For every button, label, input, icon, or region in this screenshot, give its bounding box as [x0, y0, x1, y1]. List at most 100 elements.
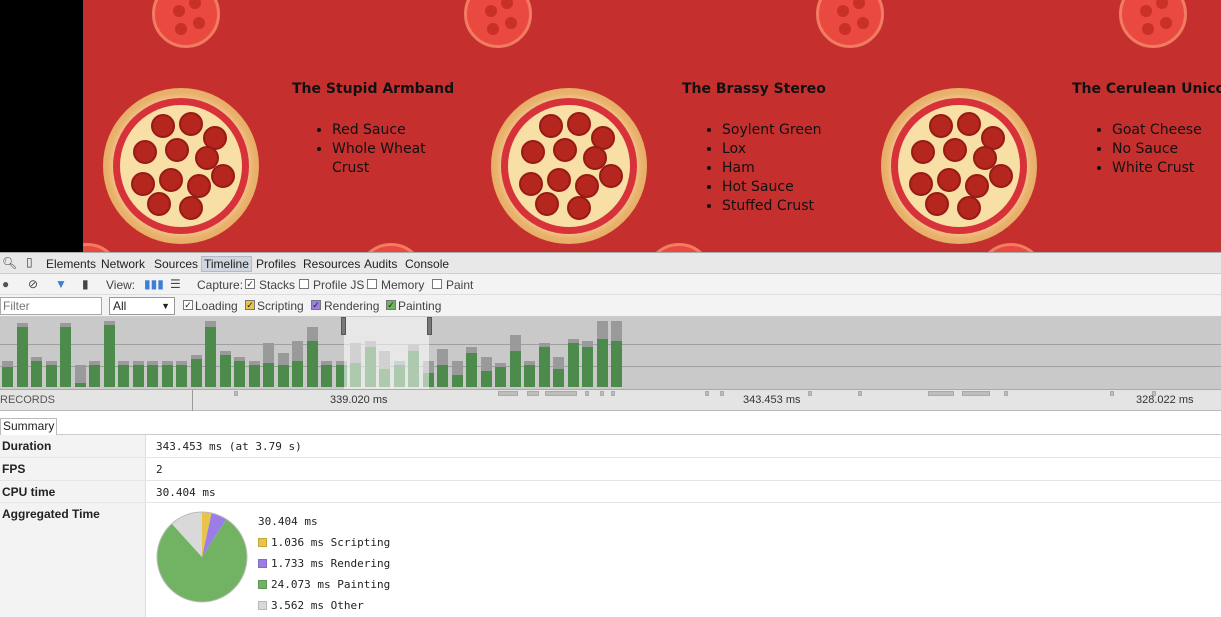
- filter-input[interactable]: [0, 297, 102, 315]
- scripting-checkbox[interactable]: ✓: [245, 300, 255, 310]
- frame-bar[interactable]: [509, 335, 521, 387]
- selection-window[interactable]: [344, 317, 429, 389]
- frame-bar-painting: [582, 347, 593, 387]
- tab-sources[interactable]: Sources: [152, 256, 200, 272]
- flame-chart-icon[interactable]: ☰: [170, 277, 181, 291]
- frame-bar[interactable]: [118, 361, 129, 387]
- painting-checkbox[interactable]: ✓: [386, 300, 396, 310]
- frame-bar[interactable]: [2, 361, 13, 387]
- frame-bar-painting: [60, 327, 71, 387]
- frame-bar[interactable]: [60, 323, 71, 387]
- frame-bar-painting: [451, 375, 463, 387]
- tab-audits[interactable]: Audits: [362, 256, 399, 272]
- rendering-label: Rendering: [324, 299, 380, 313]
- frame-bar[interactable]: [596, 321, 608, 387]
- frame-bar[interactable]: [321, 361, 332, 387]
- legend-item: 24.073 ms Painting: [258, 577, 390, 598]
- frame-bar[interactable]: [205, 321, 216, 387]
- tab-console[interactable]: Console: [403, 256, 451, 272]
- clear-icon[interactable]: ⊘: [28, 277, 38, 291]
- tab-elements[interactable]: Elements: [44, 256, 98, 272]
- records-divider[interactable]: [192, 390, 193, 411]
- frame-bar[interactable]: [292, 341, 303, 387]
- tab-timeline[interactable]: Timeline: [201, 256, 252, 272]
- legend-label: 1.733 ms Rendering: [271, 557, 391, 570]
- frames-overview[interactable]: [0, 317, 1221, 390]
- memory-checkbox[interactable]: [367, 279, 377, 289]
- frame-bar[interactable]: [89, 361, 100, 387]
- device-mode-icon[interactable]: ▯: [26, 255, 33, 269]
- record-type-select[interactable]: All ▼: [109, 297, 175, 315]
- tab-network[interactable]: Network: [99, 256, 147, 272]
- frame-bar[interactable]: [553, 357, 564, 387]
- frame-bar[interactable]: [567, 339, 579, 387]
- pizza-name: The Cerulean Unico: [1072, 81, 1221, 97]
- frame-bar[interactable]: [74, 365, 86, 387]
- frame-bar[interactable]: [16, 323, 28, 387]
- tab-resources[interactable]: Resources: [301, 256, 362, 272]
- frame-bar[interactable]: [437, 349, 448, 387]
- selection-right-handle[interactable]: [427, 317, 432, 335]
- frame-bar-painting: [190, 359, 202, 387]
- frame-bar[interactable]: [31, 357, 42, 387]
- frame-bar[interactable]: [480, 357, 492, 387]
- frame-bar-painting: [437, 365, 448, 387]
- frame-bar[interactable]: [277, 353, 289, 387]
- summary-row: CPU time 30.404 ms: [0, 481, 1221, 503]
- frame-tick: [585, 391, 589, 396]
- selection-left-handle[interactable]: [341, 317, 346, 335]
- rendering-checkbox[interactable]: ✓: [311, 300, 321, 310]
- frame-bar[interactable]: [190, 355, 202, 387]
- frame-bar[interactable]: [132, 361, 144, 387]
- frame-bar[interactable]: [524, 361, 535, 387]
- frames-view-icon[interactable]: ▮▮▮: [144, 277, 164, 291]
- tab-summary[interactable]: Summary: [0, 418, 58, 435]
- search-icon[interactable]: 🔍︎: [2, 256, 17, 270]
- mini-pizza-image: [83, 243, 121, 252]
- legend-swatch: [258, 601, 267, 610]
- mini-pizza-image: [977, 243, 1045, 252]
- frame-bar[interactable]: [611, 321, 622, 387]
- topping-item: Whole Wheat: [332, 140, 426, 159]
- frame-bar[interactable]: [45, 361, 57, 387]
- stacks-checkbox[interactable]: ✓: [245, 279, 255, 289]
- frame-bar[interactable]: [176, 361, 187, 387]
- frame-bar[interactable]: [306, 327, 318, 387]
- record-icon[interactable]: ●: [2, 277, 9, 291]
- topping-item: Lox: [722, 140, 821, 159]
- garbage-collect-icon[interactable]: ▮: [82, 277, 89, 291]
- frame-bar[interactable]: [466, 347, 477, 387]
- frame-bar[interactable]: [219, 351, 231, 387]
- frame-bar[interactable]: [582, 341, 593, 387]
- frame-bar[interactable]: [495, 363, 506, 387]
- tab-profiles[interactable]: Profiles: [254, 256, 298, 272]
- frame-bar[interactable]: [234, 357, 245, 387]
- frame-bar[interactable]: [147, 361, 158, 387]
- scripting-label: Scripting: [257, 299, 304, 313]
- paint-checkbox[interactable]: [432, 279, 442, 289]
- frame-bar[interactable]: [103, 321, 115, 387]
- frame-bar[interactable]: [161, 361, 173, 387]
- summary-key: FPS: [0, 458, 146, 480]
- legend-swatch: [258, 559, 267, 568]
- loading-checkbox[interactable]: ✓: [183, 300, 193, 310]
- filter-icon[interactable]: ▼: [55, 277, 67, 291]
- profile-js-checkbox[interactable]: [299, 279, 309, 289]
- frame-bar-painting: [596, 339, 608, 387]
- view-label: View:: [106, 278, 136, 292]
- frame-bar-painting: [567, 343, 579, 387]
- frame-bar[interactable]: [248, 361, 260, 387]
- aggregated-time-pie-chart: [156, 511, 248, 603]
- mini-pizza-image: [152, 0, 220, 48]
- frame-tick: [720, 391, 724, 396]
- capture-label: Capture:: [197, 278, 244, 292]
- frame-bar[interactable]: [263, 343, 274, 387]
- frame-bar-painting: [524, 365, 535, 387]
- record-type-value: All: [113, 299, 127, 313]
- pie-legend: 30.404 ms 1.036 ms Scripting 1.733 ms Re…: [258, 514, 390, 617]
- frame-bar[interactable]: [451, 361, 463, 387]
- frame-bar-painting: [147, 365, 158, 387]
- frame-bar[interactable]: [538, 343, 550, 387]
- frame-bar-painting: [89, 365, 100, 387]
- page-viewport: The Stupid Armband Red Sauce Whole Wheat…: [0, 0, 1221, 252]
